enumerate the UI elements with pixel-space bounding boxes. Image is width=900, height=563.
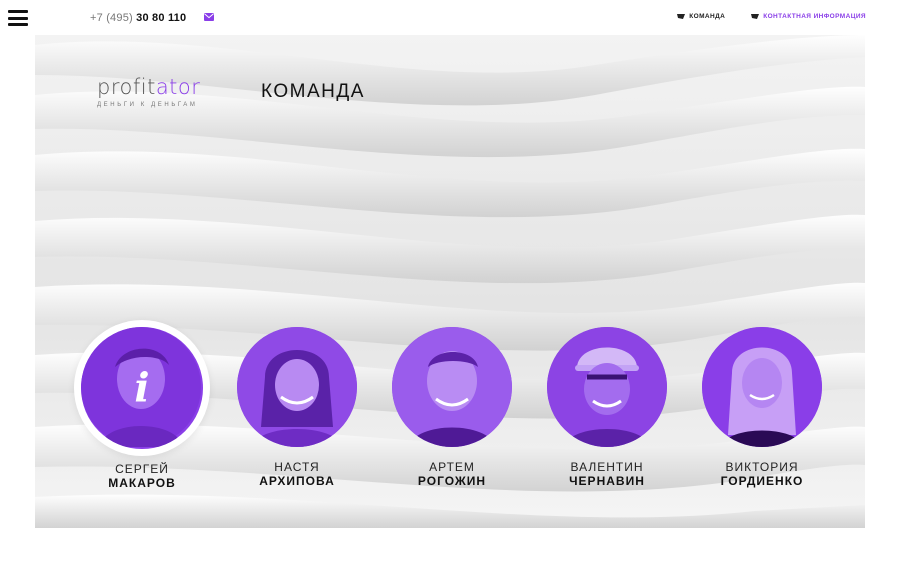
member-first-name: СЕРГЕЙ [115, 462, 169, 476]
phone-main: 30 80 110 [136, 12, 187, 24]
brand-logo[interactable]: profitator ДЕНЬГИ К ДЕНЬГАМ [97, 77, 200, 109]
hamburger-icon-line [8, 16, 28, 20]
nav-link-team[interactable]: КОМАНДА [677, 13, 725, 20]
team-member-chernavin[interactable]: ВАЛЕНТИН ЧЕРНАВИН [542, 327, 672, 488]
info-icon: i [134, 364, 150, 412]
logo-word-part1: profit [97, 75, 156, 99]
avatar [702, 327, 822, 447]
member-first-name: ВИКТОРИЯ [725, 460, 799, 474]
avatar: i [81, 327, 203, 449]
page-title: КОМАНДА [261, 81, 365, 102]
nav-link-contacts[interactable]: КОНТАКТНАЯ ИНФОРМАЦИЯ [751, 13, 866, 20]
logo-word-part2: ator [155, 75, 201, 99]
avatar [392, 327, 512, 447]
portrait-photo [547, 327, 667, 447]
member-last-name: РОГОЖИН [417, 474, 487, 488]
arrow-chip-icon [751, 14, 760, 19]
envelope-icon[interactable] [204, 13, 214, 21]
portrait-photo [702, 327, 822, 447]
arrow-chip-icon [677, 14, 686, 19]
hamburger-icon-line [8, 23, 28, 26]
menu-button[interactable] [8, 10, 28, 26]
avatar [547, 327, 667, 447]
team-member-makarov[interactable]: i СЕРГЕЙ МАКАРОВ [77, 327, 207, 490]
team-member-gordienko[interactable]: ВИКТОРИЯ ГОРДИЕНКО [697, 327, 827, 488]
portrait-photo [237, 327, 357, 447]
team-member-arkhipova[interactable]: НАСТЯ АРХИПОВА [232, 327, 362, 488]
nav-link-team-label: КОМАНДА [689, 13, 726, 20]
member-first-name: АРТЕМ [429, 460, 475, 474]
hamburger-icon-line [8, 10, 28, 13]
team-member-rogozhin[interactable]: АРТЕМ РОГОЖИН [387, 327, 517, 488]
member-last-name: ЧЕРНАВИН [569, 474, 645, 488]
member-last-name: ГОРДИЕНКО [720, 474, 804, 488]
logo-wordmark: profitator [97, 77, 200, 98]
member-first-name: НАСТЯ [274, 460, 320, 474]
member-last-name: АРХИПОВА [259, 474, 335, 488]
hero-section: profitator ДЕНЬГИ К ДЕНЬГАМ КОМАНДА i СЕ… [35, 35, 865, 528]
top-navigation: КОМАНДА КОНТАКТНАЯ ИНФОРМАЦИЯ [677, 13, 866, 20]
member-last-name: МАКАРОВ [108, 476, 176, 490]
nav-link-contacts-label: КОНТАКТНАЯ ИНФОРМАЦИЯ [763, 13, 866, 20]
logo-tagline: ДЕНЬГИ К ДЕНЬГАМ [97, 102, 198, 108]
portrait-photo [392, 327, 512, 447]
member-first-name: ВАЛЕНТИН [570, 460, 644, 474]
phone-number[interactable]: +7 (495) 30 80 110 [90, 12, 186, 24]
phone-prefix: +7 (495) [90, 12, 133, 24]
avatar [237, 327, 357, 447]
